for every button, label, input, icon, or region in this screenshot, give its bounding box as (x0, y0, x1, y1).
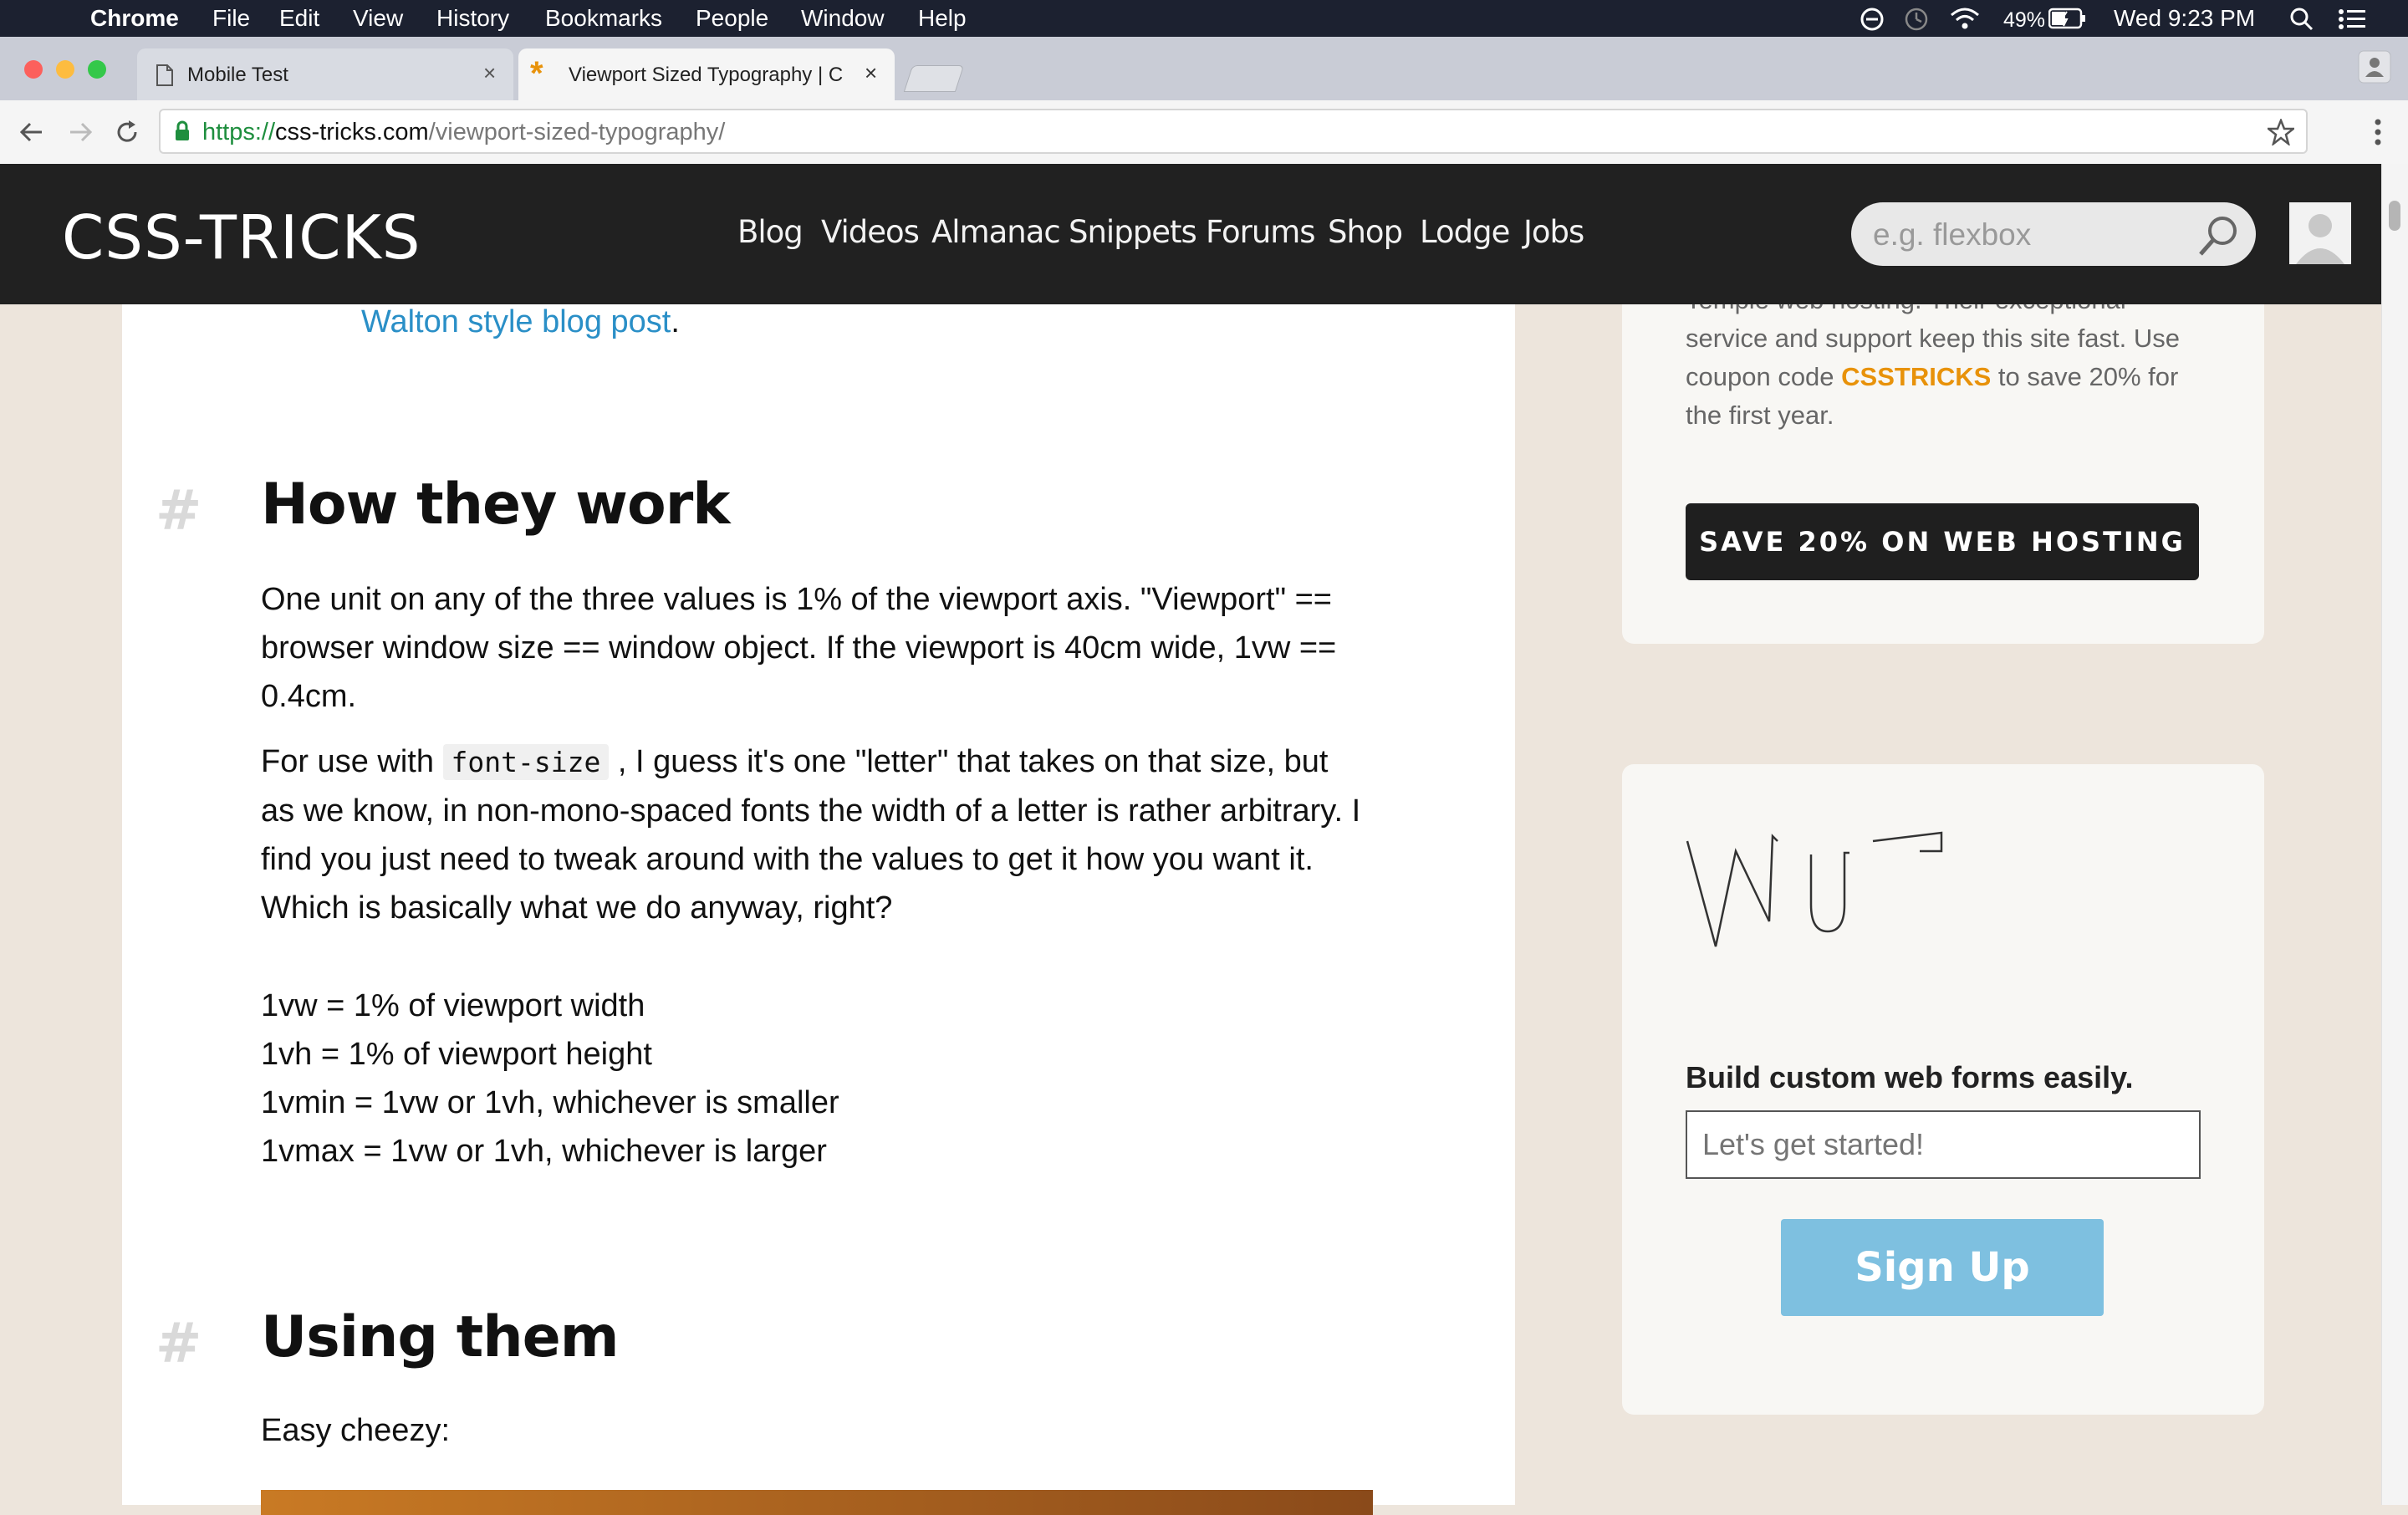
scrollbar-thumb[interactable] (2389, 201, 2400, 231)
css-tricks-logo[interactable]: CSS-TRICKS (62, 202, 421, 273)
nav-jobs[interactable]: Jobs (1523, 214, 1584, 250)
notification-center-icon[interactable] (2338, 7, 2368, 32)
unit-vh: 1vh = 1% of viewport height (261, 1037, 652, 1072)
sign-up-button[interactable]: Sign Up (1781, 1219, 2104, 1316)
site-header: CSS-TRICKS Blog Videos Almanac Snippets … (0, 164, 2381, 304)
menu-window[interactable]: Window (801, 4, 885, 33)
wufoo-email-input[interactable] (1686, 1110, 2201, 1179)
browser-tab-strip: Mobile Test × * Viewport Sized Typograph… (0, 37, 2408, 100)
user-avatar-icon[interactable] (2289, 202, 2351, 264)
url-scheme: https:// (202, 119, 276, 145)
section-anchor-link[interactable]: # (156, 478, 202, 543)
menu-view[interactable]: View (353, 4, 403, 33)
nav-videos[interactable]: Videos (821, 214, 920, 250)
tab-viewport-sized-typography[interactable]: * Viewport Sized Typography | C × (518, 48, 895, 100)
nav-blog[interactable]: Blog (737, 214, 804, 250)
bookmark-star-icon[interactable] (2268, 119, 2294, 145)
reload-icon[interactable] (114, 119, 140, 145)
address-bar[interactable]: https://css-tricks.com/viewport-sized-ty… (159, 109, 2308, 154)
save-on-web-hosting-button[interactable]: SAVE 20% ON WEB HOSTING (1686, 503, 2199, 580)
wufoo-ad-card: Build custom web forms easily. Sign Up (1622, 764, 2264, 1415)
unit-vmax: 1vmax = 1vw or 1vh, whichever is larger (261, 1134, 827, 1169)
url-path: /viewport-sized-typography/ (428, 119, 726, 145)
article-content: Walton style blog post. # How they work … (122, 304, 1515, 1515)
battery-icon[interactable] (2048, 8, 2087, 29)
profile-icon[interactable] (2358, 50, 2391, 84)
font-size-code: font-size (442, 744, 610, 780)
unit-vmin: 1vmin = 1vw or 1vh, whichever is smaller (261, 1085, 839, 1120)
do-not-disturb-icon[interactable] (1860, 7, 1885, 32)
paragraph-easy-cheezy: Easy cheezy: (261, 1413, 450, 1448)
lock-icon (176, 120, 189, 140)
code-block-top (261, 1490, 1373, 1515)
menu-app-name[interactable]: Chrome (90, 4, 179, 33)
tab-close-icon[interactable]: × (483, 60, 496, 86)
minimize-window-icon[interactable] (56, 60, 74, 79)
battery-percent: 49% (2003, 8, 2046, 32)
wufoo-heading: Build custom web forms easily. (1686, 1060, 2134, 1094)
close-window-icon[interactable] (24, 60, 43, 79)
document-icon (156, 64, 173, 86)
maximize-window-icon[interactable] (88, 60, 106, 79)
tab-mobile-test[interactable]: Mobile Test × (137, 48, 513, 100)
spotlight-search-icon[interactable] (2289, 7, 2314, 32)
chrome-menu-icon[interactable] (2370, 117, 2386, 147)
tab-title: Viewport Sized Typography | C (569, 64, 844, 86)
previous-paragraph-tail: Walton style blog post. (361, 298, 680, 346)
paragraph-font-size: For use with font-size , I guess it's on… (261, 737, 1365, 932)
menu-clock[interactable]: Wed 9:23 PM (2114, 4, 2255, 33)
site-search-box[interactable]: e.g. flexbox (1851, 202, 2256, 266)
period: . (671, 304, 680, 339)
menu-help[interactable]: Help (918, 4, 967, 33)
url-domain: css-tricks.com (275, 119, 429, 145)
wifi-icon[interactable] (1948, 5, 1982, 32)
new-tab-button[interactable] (903, 65, 965, 92)
menu-history[interactable]: History (436, 4, 509, 33)
nav-lodge[interactable]: Lodge (1420, 214, 1510, 250)
back-arrow-icon[interactable] (18, 119, 45, 145)
window-controls (24, 60, 106, 79)
coupon-code: CSSTRICKS (1841, 362, 1992, 391)
mac-menu-bar: Chrome File Edit View History Bookmarks … (0, 0, 2408, 37)
units-list: 1vw = 1% of viewport width 1vh = 1% of v… (261, 982, 1348, 1176)
heading-using-them: Using them (261, 1304, 620, 1370)
menu-file[interactable]: File (212, 4, 250, 33)
walton-blog-post-link[interactable]: Walton style blog post (361, 304, 671, 339)
nav-shop[interactable]: Shop (1328, 214, 1403, 250)
url-text: https://css-tricks.com/viewport-sized-ty… (202, 119, 725, 146)
section-anchor-link[interactable]: # (156, 1311, 202, 1375)
browser-toolbar: https://css-tricks.com/viewport-sized-ty… (0, 100, 2408, 165)
paragraph-viewport-unit: One unit on any of the three values is 1… (261, 582, 1337, 714)
p2-text-before: For use with (261, 744, 443, 779)
nav-forums[interactable]: Forums (1206, 214, 1316, 250)
heading-how-they-work: How they work (261, 472, 730, 538)
tab-title: Mobile Test (187, 64, 288, 86)
site-search-placeholder: e.g. flexbox (1873, 217, 2032, 252)
time-machine-icon[interactable] (1901, 7, 1930, 32)
menu-people[interactable]: People (696, 4, 768, 33)
nav-almanac[interactable]: Almanac (931, 214, 1061, 250)
wufoo-logo-icon[interactable] (1686, 821, 1962, 963)
unit-vw: 1vw = 1% of viewport width (261, 988, 645, 1023)
tab-close-icon[interactable]: × (865, 60, 877, 86)
search-icon[interactable] (2196, 212, 2242, 259)
css-tricks-favicon-icon: * (530, 55, 543, 92)
nav-snippets[interactable]: Snippets (1069, 214, 1197, 250)
forward-arrow-icon[interactable] (67, 119, 94, 145)
page-scrollbar[interactable] (2381, 164, 2408, 1505)
menu-edit[interactable]: Edit (279, 4, 319, 33)
menu-bookmarks[interactable]: Bookmarks (545, 4, 662, 33)
hosting-ad-card: Temple web hosting. Their exceptional se… (1622, 251, 2264, 644)
